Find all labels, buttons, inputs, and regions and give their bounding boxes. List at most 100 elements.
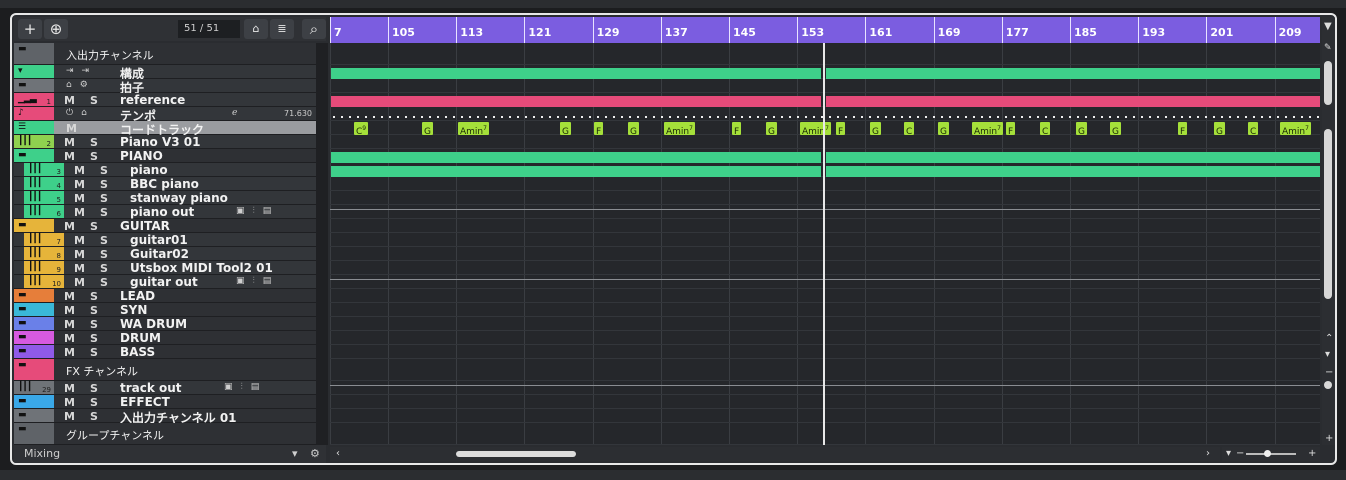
zoom-out-vertical-icon[interactable]: − [1325,367,1333,378]
mute-button[interactable]: M [74,164,85,177]
track-row[interactable]: ▬ M S DRUM [14,331,316,345]
solo-button[interactable]: S [90,304,98,317]
chord-event[interactable]: C [1040,122,1051,137]
solo-button[interactable]: S [100,248,108,261]
track-row[interactable]: ▬ M S GUITAR [14,219,316,233]
track-name[interactable]: FX チャンネル [66,363,138,379]
track-color-swatch[interactable]: ┃┃┃ 3 [24,163,64,176]
track-name[interactable]: piano out [130,205,194,219]
solo-button[interactable]: S [100,206,108,219]
chord-event[interactable]: G [938,122,949,137]
edit-icon[interactable]: ✎ [1324,43,1332,53]
track-color-swatch[interactable]: ▬ [14,409,54,422]
track-name[interactable]: EFFECT [120,395,170,409]
midi-part-piano[interactable] [331,166,821,177]
mute-button[interactable]: M [74,234,85,247]
track-row[interactable]: ▁▂▃ 1 M Sreference [14,93,316,107]
mute-button[interactable]: M [74,206,85,219]
mute-button[interactable]: M [64,410,75,423]
track-color-swatch[interactable]: ▬ [14,395,54,408]
track-color-swatch[interactable]: ┃┃┃ 6 [24,205,64,218]
track-color-swatch[interactable]: ▬ [14,331,54,344]
track-name[interactable]: WA DRUM [120,317,187,331]
track-row[interactable]: ♪ ⏻⌂ テンポ ℯ 71.630 [14,107,316,123]
mute-button[interactable]: M [64,94,75,107]
chord-event[interactable]: C [904,122,915,137]
mute-button[interactable]: M [66,122,77,135]
mute-button[interactable]: M [64,346,75,359]
track-name[interactable]: reference [120,93,185,107]
horizontal-scroll-thumb[interactable] [456,451,576,457]
track-row[interactable]: ▾ ⇥⇥ 構成 [14,65,316,81]
track-name[interactable]: stanway piano [130,191,228,205]
track-color-swatch[interactable]: ▬ [14,43,54,64]
chord-event[interactable]: F [1178,122,1188,137]
scroll-up-icon[interactable]: ⌃ [1325,333,1333,344]
track-row[interactable]: ▬ M S WA DRUM [14,317,316,331]
mute-button[interactable]: M [74,178,85,191]
solo-button[interactable]: S [90,318,98,331]
track-row[interactable]: ┃┃┃ 5 M Sstanway piano [14,191,316,205]
zoom-in-vertical-icon[interactable]: + [1325,433,1333,444]
track-name[interactable]: PIANO [120,149,163,163]
track-presets-icon[interactable]: ⌂ [244,19,268,39]
scroll-down-icon[interactable]: ▾ [1325,349,1330,360]
track-name[interactable]: Guitar02 [130,247,189,261]
solo-button[interactable]: S [100,164,108,177]
arranger-event[interactable] [331,68,821,79]
track-color-swatch[interactable]: ┃┃┃ 10 [24,275,64,288]
track-color-swatch[interactable]: ▬ [14,79,54,92]
chord-event[interactable]: F [732,122,742,137]
track-color-swatch[interactable]: ┃┃┃ 2 [14,135,54,148]
solo-button[interactable]: S [90,290,98,303]
vertical-scrollbar[interactable]: ▼ ✎ ⌃ ▾ − + [1322,17,1335,445]
solo-button[interactable]: S [100,178,108,191]
audio-event-reference[interactable] [826,96,1320,107]
horizontal-zoom-control[interactable]: ▾ − + [1222,447,1320,461]
chord-event[interactable]: G [1076,122,1087,137]
track-color-swatch[interactable]: ▬ [14,359,54,380]
track-name[interactable]: guitar01 [130,233,188,247]
track-row[interactable]: ☰ M コードトラック [14,121,316,137]
channel-settings-icons[interactable]: ▣⫶▤ [236,206,279,216]
chord-event[interactable]: Amin7 [458,122,489,137]
track-row[interactable]: ▬ ⌂⚙ 拍子 [14,79,316,95]
track-name[interactable]: GUITAR [120,219,170,233]
track-row[interactable]: ┃┃┃ 6 M S ▣⫶▤ piano out [14,205,316,219]
solo-button[interactable]: S [90,396,98,409]
solo-button[interactable]: S [100,276,108,289]
chord-event[interactable]: F [1006,122,1016,137]
track-visibility-icon[interactable]: ≣ [270,19,294,39]
track-control-icons[interactable]: ⏻⌂ [66,108,95,118]
chord-event[interactable]: G [560,122,571,137]
track-row[interactable]: ▬ M S SYN [14,303,316,317]
chord-event[interactable]: Amin7 [1280,122,1311,137]
zoom-in-icon[interactable]: + [1308,447,1316,461]
track-color-swatch[interactable]: ▬ [14,345,54,358]
solo-button[interactable]: S [100,262,108,275]
solo-button[interactable]: S [90,94,98,107]
mute-button[interactable]: M [74,262,85,275]
horizontal-scrollbar[interactable]: ‹ › [330,447,1220,461]
track-color-swatch[interactable]: ┃┃┃ 5 [24,191,64,204]
track-row[interactable]: ┃┃┃ 29 M S ▣⫶▤ track out [14,381,316,395]
scroll-right-icon[interactable]: › [1206,448,1210,459]
track-row[interactable]: ▬ M S BASS [14,345,316,359]
track-row[interactable]: ▬ M S LEAD [14,289,316,303]
chevron-down-icon[interactable]: ▾ [292,445,298,463]
mute-button[interactable]: M [74,192,85,205]
track-color-swatch[interactable]: ☰ [14,121,54,134]
project-cursor[interactable] [823,43,825,445]
arrangement-area[interactable]: C9 G Amin7 G F G Amin7 F G Amin7 F G C G Amin7 F C G G F G C A… [330,43,1320,445]
track-name[interactable]: DRUM [120,331,161,345]
tempo-curve[interactable] [330,116,1320,118]
mute-button[interactable]: M [64,150,75,163]
solo-button[interactable]: S [90,346,98,359]
chord-event[interactable]: G [766,122,777,137]
track-control-icons[interactable]: ⌂⚙ [66,80,96,90]
zoom-slider-knob[interactable] [1264,450,1271,457]
track-name[interactable]: グループチャンネル [66,427,164,443]
track-color-swatch[interactable]: ▬ [14,303,54,316]
track-row[interactable]: ┃┃┃ 3 M Spiano [14,163,316,177]
track-row[interactable]: ▬ FX チャンネル [14,359,316,381]
